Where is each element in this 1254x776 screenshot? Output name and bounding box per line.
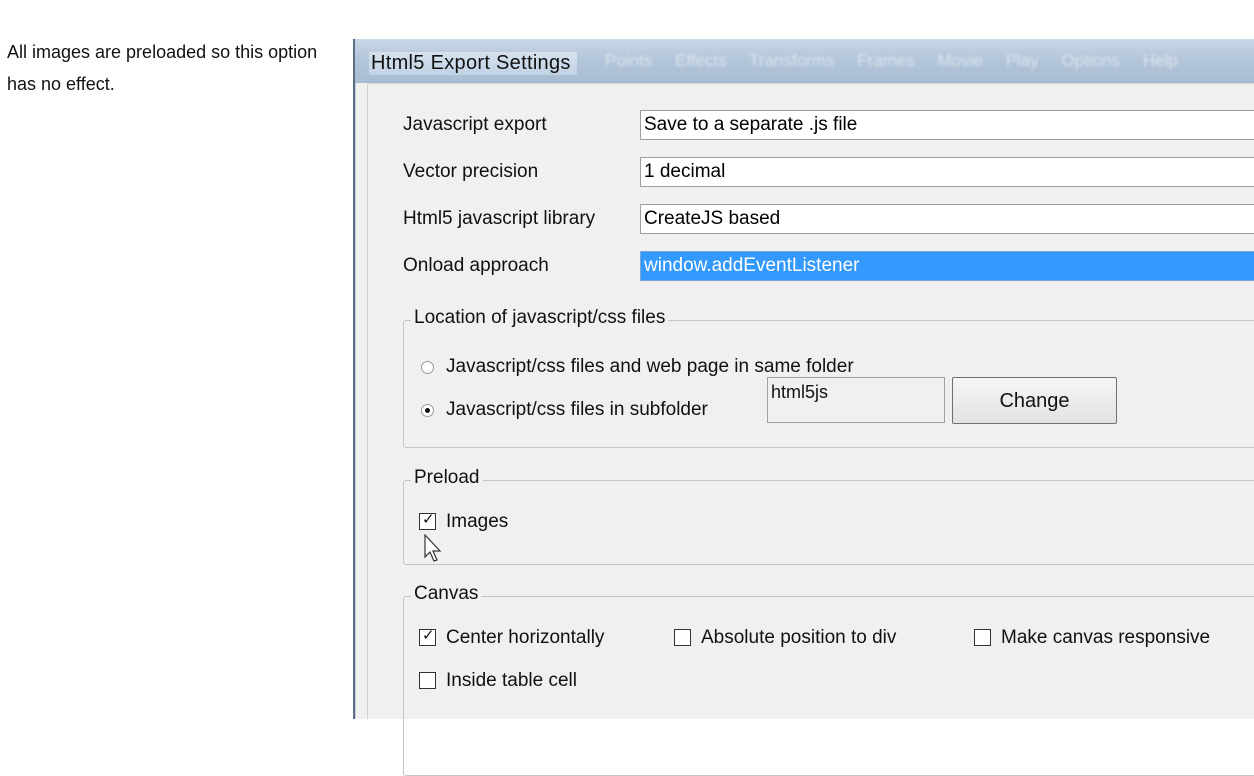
radio-same-folder[interactable] [421,361,434,374]
subfolder-name-field[interactable]: html5js [767,377,945,423]
radio-same-folder-label[interactable]: Javascript/css files and web page in sam… [446,356,854,378]
responsive-checkbox[interactable] [974,629,991,646]
checkmark-icon: ✓ [422,510,435,528]
images-checkbox-label[interactable]: Images [446,511,508,533]
inside-table-cell-checkbox[interactable] [419,672,436,689]
preload-group: Preload ✓ Images [403,467,1254,565]
ghost-menu-points: Points [605,51,653,70]
javascript-export-select[interactable]: Save to a separate .js file [640,110,1254,140]
vector-precision-label: Vector precision [403,161,539,182]
dialog-title: Html5 Export Settings [369,52,577,75]
radio-subfolder[interactable] [421,404,434,417]
onload-approach-label: Onload approach [403,255,549,276]
center-horizontally-label[interactable]: Center horizontally [446,627,604,649]
html5-export-settings-dialog: Points Effects Transforms Frames Movie P… [353,39,1254,776]
inside-table-cell-label[interactable]: Inside table cell [446,670,577,692]
ghost-menu-help: Help [1142,51,1178,70]
ghost-menu-options: Options [1061,51,1120,70]
ghost-menu-movie: Movie [937,51,983,70]
images-checkbox[interactable]: ✓ [419,510,436,530]
help-text: All images are preloaded so this option … [7,42,318,94]
canvas-group: Canvas ✓ Center horizontally Absolute po… [403,583,1254,776]
js-library-label: Html5 javascript library [403,208,596,229]
absolute-position-checkbox[interactable] [674,629,691,646]
radio-subfolder-label[interactable]: Javascript/css files in subfolder [446,399,708,421]
ghost-menu-transforms: Transforms [749,51,835,70]
canvas-group-title: Canvas [411,583,482,605]
dialog-content: Javascript export Save to a separate .js… [367,83,1254,776]
responsive-label[interactable]: Make canvas responsive [1001,627,1210,649]
title-bar[interactable]: Points Effects Transforms Frames Movie P… [355,39,1254,83]
ghost-menu-frames: Frames [857,51,915,70]
center-horizontally-checkbox[interactable]: ✓ [419,626,436,646]
background-menu-bar: Points Effects Transforms Frames Movie P… [605,51,1196,71]
ghost-menu-play: Play [1005,51,1039,70]
vector-precision-select[interactable]: 1 decimal [640,157,1254,187]
location-group: Location of javascript/css files Javascr… [403,307,1254,448]
preload-group-title: Preload [411,467,483,489]
checkmark-icon: ✓ [422,626,435,644]
absolute-position-label[interactable]: Absolute position to div [701,627,896,649]
javascript-export-label: Javascript export [403,114,547,135]
change-button[interactable]: Change [952,377,1117,424]
ghost-menu-effects: Effects [674,51,727,70]
location-group-title: Location of javascript/css files [411,307,669,329]
onload-approach-select[interactable]: window.addEventListener [640,251,1254,281]
mouse-cursor-icon [424,534,442,562]
js-library-select[interactable]: CreateJS based [640,204,1254,234]
